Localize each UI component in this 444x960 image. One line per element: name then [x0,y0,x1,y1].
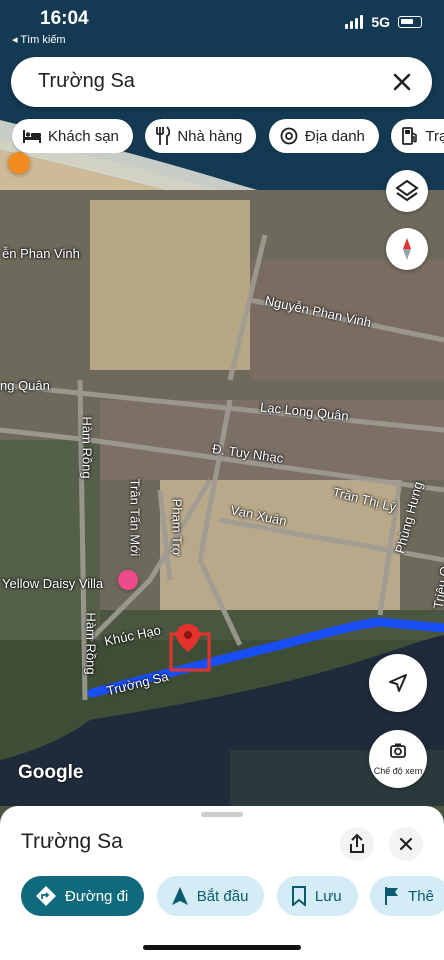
compass-button[interactable] [386,228,428,270]
chip-restaurants[interactable]: Nhà hàng [145,119,257,153]
start-button[interactable]: Bắt đầu [156,876,265,916]
chip-hotels[interactable]: Khách sạn [12,119,133,153]
chip-label: Khách sạn [48,127,119,145]
gas-station-icon [402,127,418,145]
action-buttons: Đường đi Bắt đầu Lưu Thê [21,876,444,916]
street-label: Hàm Rồng [83,612,99,675]
bed-icon [23,130,41,143]
street-label: ng Quân [0,378,50,393]
sheet-drag-handle[interactable] [201,812,243,817]
flag-icon [385,887,399,905]
action-label: Bắt đầu [196,887,249,905]
signal-icon [345,15,364,29]
place-title: Trường Sa [21,830,123,853]
compass-icon [403,238,411,260]
hotel-poi-icon[interactable] [118,570,138,590]
battery-icon [398,16,422,28]
status-bar: 16:04 ◂ Tìm kiếm 5G [0,0,444,50]
poi-label[interactable]: Yellow Daisy Villa [2,576,103,591]
navigation-arrow-icon [171,887,188,905]
close-sheet-button[interactable] [389,827,423,861]
view-mode-label: Chế độ xem [373,766,423,776]
chip-label: Nhà hàng [177,127,243,145]
place-sheet: Trường Sa Đường đi Bắt đầu Lưu Thê [0,806,444,960]
share-button[interactable] [340,827,374,861]
layers-icon [395,179,419,202]
street-view-icon [390,743,406,758]
add-label-button[interactable]: Thê [370,876,444,916]
street-label: Hàm Rồng [79,416,95,479]
close-icon[interactable] [386,66,418,98]
search-bar[interactable]: Trường Sa [11,57,432,107]
chip-label: Trạm [425,127,444,145]
bookmark-icon [291,886,306,906]
category-chips: Khách sạn Nhà hàng Địa danh Trạm [12,119,444,153]
navigation-arrow-icon [389,674,407,692]
action-label: Lưu [314,887,342,905]
google-watermark: Google [18,762,84,783]
landmark-icon [280,127,298,145]
home-indicator [143,945,301,950]
chip-landmarks[interactable]: Địa danh [268,119,379,153]
chip-label: Địa danh [304,127,365,145]
network-label: 5G [371,14,390,30]
save-button[interactable]: Lưu [276,876,358,916]
street-label: ễn Phan Vinh [2,246,80,261]
close-icon [399,837,413,851]
chip-gas-stations[interactable]: Trạm [391,119,444,153]
directions-icon [36,886,56,906]
view-mode-button[interactable]: Chế độ xem [369,730,427,788]
my-location-button[interactable] [369,654,427,712]
action-label: Thê [408,887,434,905]
action-label: Đường đi [65,887,129,905]
street-label: Trần Tấn Mới [127,478,143,557]
search-query[interactable]: Trường Sa [38,70,135,93]
status-time: 16:04 [40,8,89,29]
share-icon [350,833,364,853]
layers-button[interactable] [386,170,428,212]
directions-button[interactable]: Đường đi [21,876,145,916]
restaurant-poi-icon[interactable] [8,152,30,174]
street-label: Phạm Trợ [169,498,185,557]
back-to-search-link[interactable]: ◂ Tìm kiếm [12,33,66,46]
selected-place-marker-icon[interactable] [168,622,212,674]
restaurant-icon [156,126,171,145]
